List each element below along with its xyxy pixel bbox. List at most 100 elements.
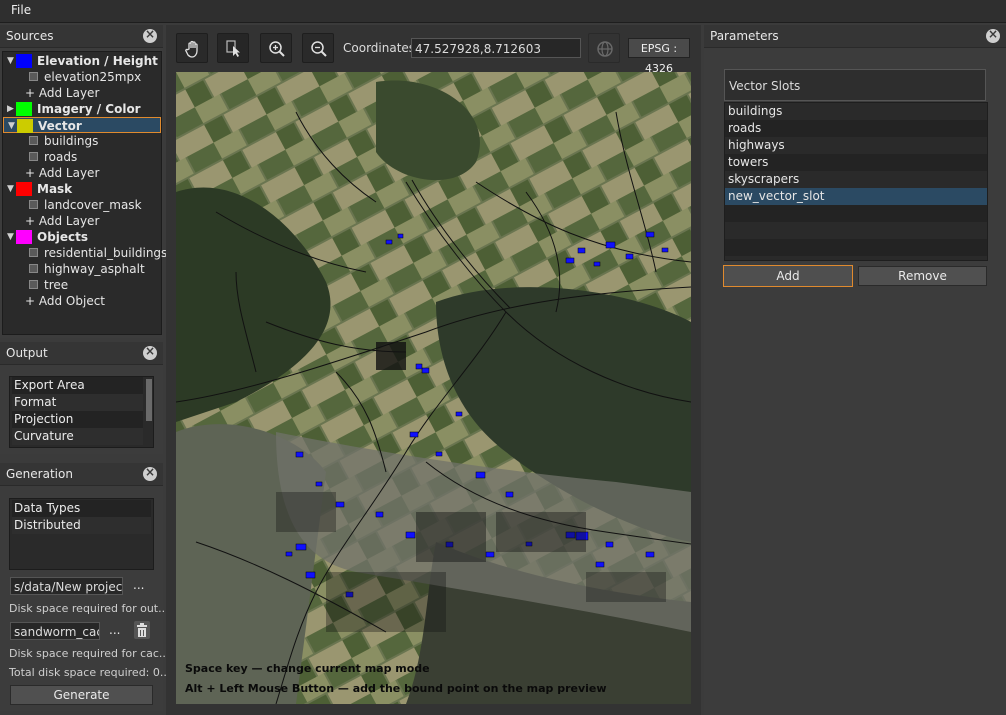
parameters-title: Parameters xyxy=(710,29,779,43)
tree-row[interactable]: highway_asphalt xyxy=(3,261,161,277)
tree-row[interactable]: roads xyxy=(3,149,161,165)
list-item[interactable]: Data Types xyxy=(12,500,151,517)
generation-title-bar: Generation xyxy=(0,463,163,486)
map-hint-mode: Space key — change current map mode xyxy=(185,662,430,675)
epsg-badge[interactable]: EPSG : 4326 xyxy=(628,38,690,75)
zoom-out-button[interactable] xyxy=(302,33,334,63)
select-tool-button[interactable] xyxy=(217,33,249,63)
parameters-title-bar: Parameters xyxy=(704,25,1006,48)
tree-row[interactable]: landcover_mask xyxy=(3,197,161,213)
map-hint-bound: Alt + Left Mouse Button — add the bound … xyxy=(185,682,607,695)
sources-panel: Sources ▼ Elevation / Height elevation25m… xyxy=(0,25,167,338)
list-item[interactable]: roads xyxy=(725,120,987,137)
sources-tree: ▼ Elevation / Height elevation25mpx + Add… xyxy=(2,51,167,335)
menu-file[interactable]: File xyxy=(11,3,31,17)
map-imagery xyxy=(176,72,691,704)
tree-row-label: Mask xyxy=(37,182,73,196)
tree-row-label: Objects xyxy=(37,230,89,244)
tree-row[interactable]: buildings xyxy=(3,133,161,149)
list-item[interactable]: Distributed xyxy=(12,517,151,534)
browse-cache-button[interactable]: ... xyxy=(109,623,120,637)
checkbox-icon[interactable] xyxy=(29,248,38,257)
output-title-bar: Output xyxy=(0,342,163,365)
expand-arrow-icon[interactable]: ▼ xyxy=(8,118,15,134)
checkbox-icon[interactable] xyxy=(29,280,38,289)
tree-row[interactable]: residential_buildings xyxy=(3,245,167,261)
coordinates-field[interactable]: 47.527928,8.712603 xyxy=(411,38,581,58)
checkbox-icon[interactable] xyxy=(29,136,38,145)
tree-row[interactable]: elevation25mpx xyxy=(3,69,161,85)
list-item[interactable]: Projection xyxy=(12,411,143,428)
add-slot-button[interactable]: Add xyxy=(723,265,853,287)
sources-close-icon[interactable] xyxy=(143,27,157,43)
checkbox-icon[interactable] xyxy=(29,200,38,209)
list-empty-row xyxy=(725,222,987,239)
globe-button[interactable] xyxy=(588,33,620,63)
checkbox-icon[interactable] xyxy=(29,72,38,81)
list-item[interactable]: highways xyxy=(725,137,987,154)
list-item-selected[interactable]: new_vector_slot xyxy=(725,188,987,205)
add-layer-link[interactable]: + Add Layer xyxy=(3,213,161,229)
expand-arrow-icon[interactable]: ▶ xyxy=(7,101,14,117)
tree-row[interactable]: tree xyxy=(3,277,161,293)
tree-row[interactable]: ▼ Mask xyxy=(3,181,161,197)
output-title: Output xyxy=(6,346,48,360)
tree-row[interactable]: ▼ Elevation / Height xyxy=(3,53,161,69)
list-item[interactable]: Export Area xyxy=(12,377,143,394)
tree-row-selected[interactable]: ▼ Vector xyxy=(3,117,161,133)
color-swatch xyxy=(16,54,32,68)
add-layer-link[interactable]: + Add Layer xyxy=(3,165,161,181)
color-swatch xyxy=(16,230,32,244)
generation-close-icon[interactable] xyxy=(143,465,157,481)
tree-row-label: Vector xyxy=(38,119,82,133)
output-panel: Output Export Area Format Projection Cur… xyxy=(0,342,163,454)
list-empty-row xyxy=(725,239,987,256)
color-swatch xyxy=(17,119,33,133)
list-item[interactable]: skyscrapers xyxy=(725,171,987,188)
cache-path-field[interactable]: sandworm_cache xyxy=(10,622,100,640)
parameters-close-icon[interactable] xyxy=(986,27,1000,43)
list-empty-row xyxy=(725,205,987,222)
list-item[interactable]: Curvature xyxy=(12,428,143,445)
browse-output-button[interactable]: ... xyxy=(133,578,144,592)
tree-row-label: + Add Layer xyxy=(25,86,100,100)
checkbox-icon[interactable] xyxy=(29,152,38,161)
tree-row-label: Elevation / Height xyxy=(37,54,158,68)
add-object-link[interactable]: + Add Object xyxy=(3,293,161,309)
expand-arrow-icon[interactable]: ▼ xyxy=(7,229,14,245)
remove-slot-button[interactable]: Remove xyxy=(858,266,987,286)
parameters-panel: Parameters Vector Slots buildings roads … xyxy=(704,25,1006,715)
zoom-in-button[interactable] xyxy=(260,33,292,63)
tree-row[interactable]: ▶ Imagery / Color xyxy=(3,101,161,117)
tree-row-label: tree xyxy=(44,278,69,292)
expand-arrow-icon[interactable]: ▼ xyxy=(7,53,14,69)
tree-row-label: + Add Layer xyxy=(25,214,100,228)
hand-icon xyxy=(185,40,198,58)
sources-title: Sources xyxy=(6,29,54,43)
generate-button[interactable]: Generate xyxy=(10,685,153,705)
output-close-icon[interactable] xyxy=(143,344,157,360)
output-list: Export Area Format Projection Curvature xyxy=(9,376,154,448)
list-item[interactable]: towers xyxy=(725,154,987,171)
pan-tool-button[interactable] xyxy=(176,33,208,63)
checkbox-icon[interactable] xyxy=(29,264,38,273)
tree-row-label: + Add Layer xyxy=(25,166,100,180)
generation-title: Generation xyxy=(6,467,73,481)
tree-row[interactable]: ▼ Objects xyxy=(3,229,161,245)
zoom-in-icon xyxy=(269,41,285,57)
add-layer-link[interactable]: + Add Layer xyxy=(3,85,161,101)
expand-arrow-icon[interactable]: ▼ xyxy=(7,181,14,197)
generation-panel: Generation Data Types Distributed s/data… xyxy=(0,463,170,711)
list-item[interactable]: buildings xyxy=(725,103,987,120)
coordinates-label: Coordinates: xyxy=(343,41,420,55)
scrollbar[interactable] xyxy=(146,379,152,421)
tree-row-label: residential_buildings xyxy=(44,246,168,260)
tree-row-label: highway_asphalt xyxy=(44,262,145,276)
output-path-field[interactable]: s/data/New project 1 xyxy=(10,577,123,595)
map-preview[interactable]: Space key — change current map mode Alt … xyxy=(176,72,691,704)
sources-title-bar: Sources xyxy=(0,25,163,48)
trash-icon[interactable] xyxy=(134,621,150,639)
tree-row-label: + Add Object xyxy=(25,294,105,308)
list-item[interactable]: Format xyxy=(12,394,143,411)
globe-icon xyxy=(597,41,613,57)
